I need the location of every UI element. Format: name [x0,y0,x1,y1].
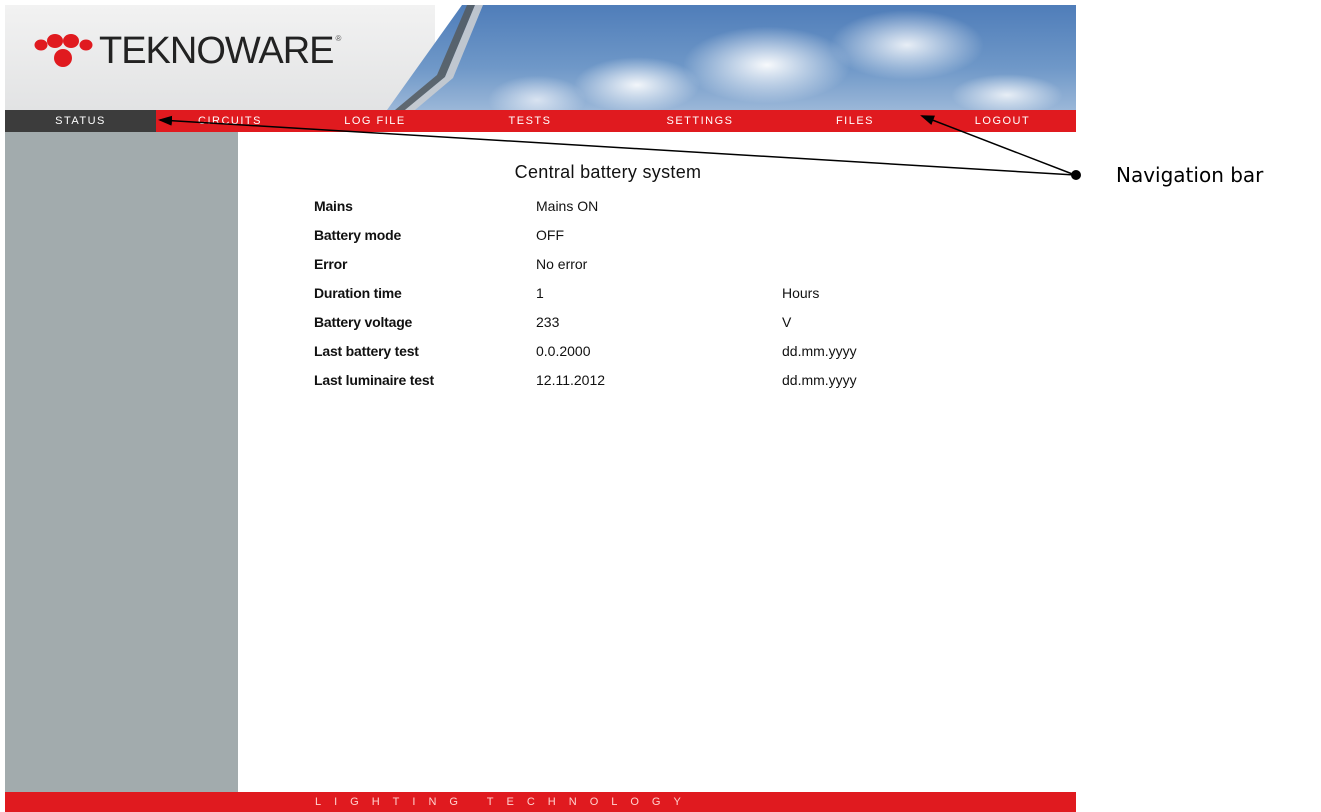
status-row-error: Error No error [314,250,914,279]
row-label: Last luminaire test [314,372,434,388]
nav-item-files[interactable]: FILES [815,110,895,132]
page-title: Central battery system [514,162,702,182]
row-label: Battery voltage [314,314,413,330]
row-value: 12.11.2012 [536,372,606,388]
status-row-duration-time: Duration time 1 Hours [314,279,914,308]
sky-banner-image [387,5,1076,110]
row-value: 0.0.2000 [536,343,591,359]
row-unit: V [782,314,792,330]
navigation-bar: STATUS CIRCUITS LOG FILE TESTS SETTINGS … [5,110,1076,132]
teknoware-dots-logo-icon [34,34,93,67]
row-label: Duration time [314,285,402,301]
sidebar [5,132,238,792]
status-row-mains: Mains Mains ON [314,192,914,221]
row-value: Mains ON [536,198,599,214]
footer-tagline: LIGHTING TECHNOLOGY [315,796,694,808]
nav-item-tests[interactable]: TESTS [490,110,570,132]
status-row-battery-mode: Battery mode OFF [314,221,914,250]
status-table: Mains Mains ON Battery mode OFF Error No… [314,192,914,395]
nav-item-logout[interactable]: LOGOUT [955,110,1050,132]
nav-item-log-file[interactable]: LOG FILE [320,110,430,132]
teknoware-logo: TEKNOWARE ® [33,32,341,70]
row-label: Mains [314,198,353,214]
row-unit: Hours [782,285,820,301]
row-value: No error [536,256,588,272]
row-label: Last battery test [314,343,419,359]
app-frame: TEKNOWARE ® STATUS CIRCUITS LOG FILE TES… [5,5,1076,812]
status-row-battery-voltage: Battery voltage 233 V [314,308,914,337]
footer: LIGHTING TECHNOLOGY [5,792,1076,812]
row-label: Error [314,256,348,272]
main-content: Central battery system Mains Mains ON Ba… [238,132,1076,792]
annotation-label: Navigation bar [1116,163,1264,187]
row-value: OFF [536,227,564,243]
header: TEKNOWARE ® [5,5,1076,110]
status-row-last-battery-test: Last battery test 0.0.2000 dd.mm.yyyy [314,337,914,366]
row-unit: dd.mm.yyyy [782,372,857,388]
row-value: 1 [536,285,544,301]
row-label: Battery mode [314,227,402,243]
nav-item-settings[interactable]: SETTINGS [645,110,755,132]
header-swoosh [395,5,483,110]
nav-item-circuits[interactable]: CIRCUITS [180,110,280,132]
row-unit: dd.mm.yyyy [782,343,857,359]
row-value: 233 [536,314,560,330]
registered-mark: ® [335,34,342,43]
status-row-last-luminaire-test: Last luminaire test 12.11.2012 dd.mm.yyy… [314,366,914,395]
brand-name: TEKNOWARE [99,30,334,72]
nav-item-status[interactable]: STATUS [5,110,156,132]
